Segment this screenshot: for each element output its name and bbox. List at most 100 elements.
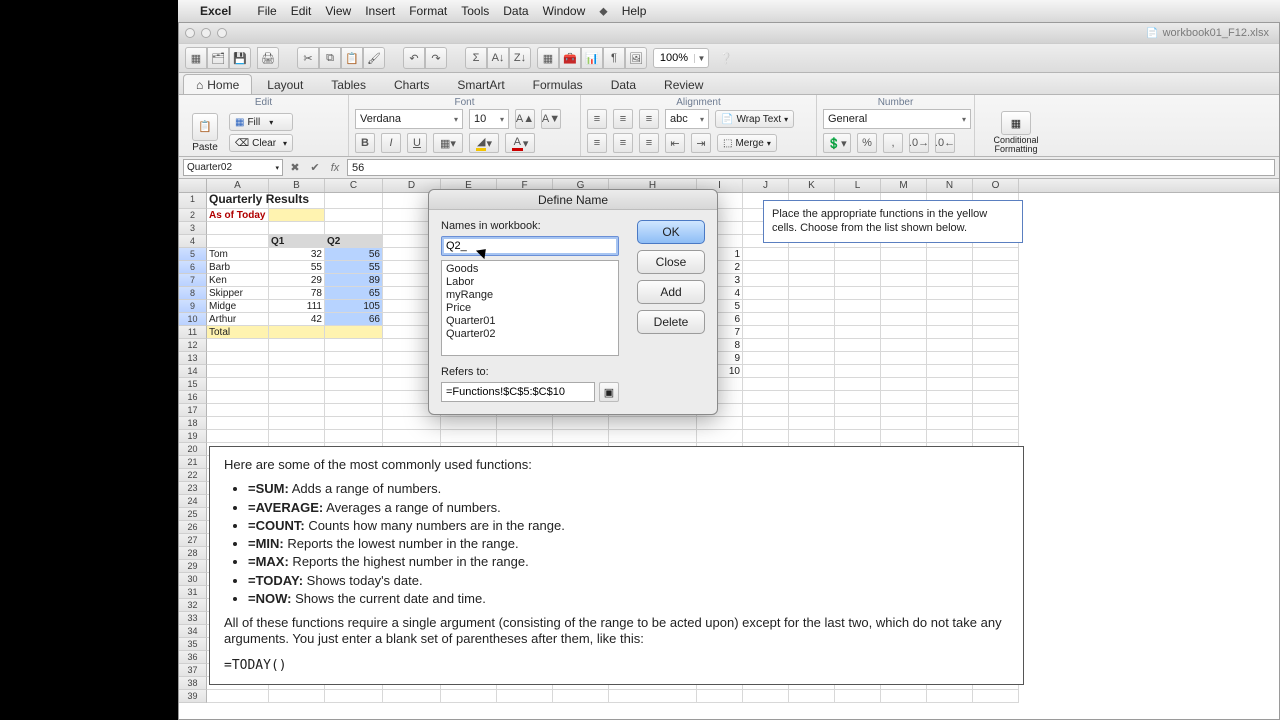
cell[interactable] (835, 690, 881, 703)
cell[interactable] (881, 430, 927, 443)
cell[interactable] (269, 209, 325, 222)
cell[interactable] (973, 690, 1019, 703)
borders-button[interactable]: ▦▾ (433, 133, 463, 153)
cell[interactable] (973, 391, 1019, 404)
sort-desc-icon[interactable]: Z↓ (509, 47, 531, 69)
row-header[interactable]: 28 (179, 547, 207, 560)
cell[interactable] (325, 326, 383, 339)
col-header[interactable]: K (789, 179, 835, 192)
col-header[interactable]: N (927, 179, 973, 192)
row-header[interactable]: 15 (179, 378, 207, 391)
row-header[interactable]: 29 (179, 560, 207, 573)
menu-insert[interactable]: Insert (365, 4, 395, 19)
cell[interactable] (835, 378, 881, 391)
cell[interactable] (927, 274, 973, 287)
cell[interactable] (927, 313, 973, 326)
cell[interactable] (835, 339, 881, 352)
row-header[interactable]: 27 (179, 534, 207, 547)
cell[interactable] (789, 274, 835, 287)
row-header[interactable]: 20 (179, 443, 207, 456)
row-header[interactable]: 10 (179, 313, 207, 326)
cell[interactable] (973, 274, 1019, 287)
number-format-combo[interactable]: General▾ (823, 109, 971, 129)
cell[interactable] (441, 417, 497, 430)
cell[interactable] (269, 326, 325, 339)
cell[interactable] (789, 300, 835, 313)
row-header[interactable]: 24 (179, 495, 207, 508)
list-item[interactable]: Goods (446, 263, 614, 276)
cut-icon[interactable]: ✂ (297, 47, 319, 69)
toolbox-icon[interactable]: 🧰 (559, 47, 581, 69)
tab-tables[interactable]: Tables (318, 74, 379, 94)
cell[interactable] (789, 404, 835, 417)
cell[interactable] (835, 430, 881, 443)
cell[interactable] (743, 430, 789, 443)
list-item[interactable]: Quarter01 (446, 315, 614, 328)
name-box[interactable]: Quarter02▾ (183, 159, 283, 176)
format-painter-icon[interactable]: 🖌 (363, 47, 385, 69)
cell[interactable] (207, 365, 269, 378)
cell[interactable] (973, 313, 1019, 326)
cell[interactable] (881, 248, 927, 261)
copy-icon[interactable]: ⧉ (319, 47, 341, 69)
ok-button[interactable]: OK (637, 220, 705, 244)
col-header[interactable]: C (325, 179, 383, 192)
row-header[interactable]: 18 (179, 417, 207, 430)
cell[interactable] (325, 339, 383, 352)
cell[interactable]: 56 (325, 248, 383, 261)
open-icon[interactable]: 🗂 (207, 47, 229, 69)
cell[interactable]: 78 (269, 287, 325, 300)
cell[interactable] (927, 417, 973, 430)
cell[interactable]: Skipper (207, 287, 269, 300)
fx-icon[interactable]: fx (327, 160, 343, 176)
chart-icon[interactable]: 📊 (581, 47, 603, 69)
cell[interactable] (743, 248, 789, 261)
cell[interactable] (697, 690, 743, 703)
row-header[interactable]: 7 (179, 274, 207, 287)
cell[interactable] (743, 391, 789, 404)
cell[interactable] (881, 339, 927, 352)
menu-format[interactable]: Format (409, 4, 447, 19)
cell[interactable] (835, 391, 881, 404)
cell[interactable] (269, 404, 325, 417)
cell[interactable]: Midge (207, 300, 269, 313)
cell[interactable] (743, 300, 789, 313)
cell[interactable] (881, 391, 927, 404)
row-header[interactable]: 14 (179, 365, 207, 378)
show-hide-icon[interactable]: ¶ (603, 47, 625, 69)
row-header[interactable]: 32 (179, 599, 207, 612)
cell[interactable] (325, 417, 383, 430)
cell[interactable] (383, 430, 441, 443)
cell[interactable] (441, 690, 497, 703)
clear-button[interactable]: ⌫Clear▾ (229, 134, 293, 152)
cell[interactable] (973, 339, 1019, 352)
cell[interactable] (207, 391, 269, 404)
cell[interactable] (269, 365, 325, 378)
cell[interactable] (789, 339, 835, 352)
close-button[interactable]: Close (637, 250, 705, 274)
traffic-lights[interactable] (179, 28, 227, 38)
row-header[interactable]: 6 (179, 261, 207, 274)
align-center-icon[interactable]: ≡ (613, 133, 633, 153)
cell[interactable] (325, 209, 383, 222)
cell[interactable] (743, 339, 789, 352)
cell[interactable]: Q2 (325, 235, 383, 248)
cell[interactable] (973, 326, 1019, 339)
cell[interactable] (789, 352, 835, 365)
cell[interactable] (881, 326, 927, 339)
cell[interactable] (441, 430, 497, 443)
menu-tools[interactable]: Tools (461, 4, 489, 19)
cell[interactable] (927, 300, 973, 313)
col-header[interactable]: B (269, 179, 325, 192)
cell[interactable] (269, 690, 325, 703)
row-header[interactable]: 5 (179, 248, 207, 261)
cell[interactable] (269, 430, 325, 443)
cell[interactable] (325, 391, 383, 404)
align-top-icon[interactable]: ≡ (587, 109, 607, 129)
inc-decimal-button[interactable]: .0→ (909, 133, 929, 153)
col-header[interactable]: L (835, 179, 881, 192)
cell[interactable] (881, 287, 927, 300)
cell[interactable]: As of Today (207, 209, 269, 222)
new-icon[interactable]: ▦ (185, 47, 207, 69)
cell[interactable]: 32 (269, 248, 325, 261)
